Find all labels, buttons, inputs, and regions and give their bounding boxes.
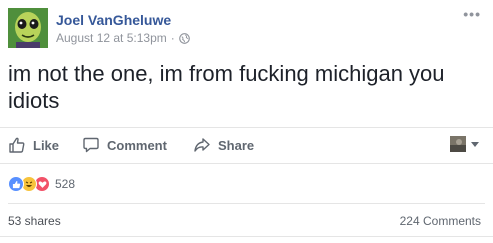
post-text: im not the one, im from fucking michigan…: [8, 61, 445, 113]
globe-icon[interactable]: [178, 32, 190, 44]
shares-count[interactable]: 53 shares: [8, 214, 61, 228]
author-name[interactable]: Joel VanGheluwe: [56, 12, 171, 28]
comment-button[interactable]: Comment: [82, 127, 167, 163]
viewer-photo-icon: [450, 136, 466, 152]
divider: [8, 203, 485, 204]
post-card: Joel VanGheluwe August 12 at 5:13pm · ••…: [0, 0, 493, 243]
thumbs-up-icon: [9, 137, 25, 153]
divider: [0, 163, 493, 164]
comment-bubble-icon: [83, 137, 99, 153]
comments-count[interactable]: 224 Comments: [400, 214, 481, 228]
share-arrow-icon: [194, 138, 210, 152]
share-button[interactable]: Share: [193, 127, 254, 163]
share-label: Share: [218, 137, 255, 153]
alien-avatar-icon: [8, 8, 48, 48]
chevron-down-icon: [471, 141, 479, 147]
divider: [0, 236, 493, 237]
meta-separator: ·: [170, 31, 175, 45]
comment-label: Comment: [107, 137, 167, 153]
like-button[interactable]: Like: [8, 127, 59, 163]
post-meta: August 12 at 5:13pm ·: [56, 31, 190, 45]
viewer-avatar: [450, 136, 466, 152]
reaction-count: 528: [55, 177, 76, 191]
author-avatar[interactable]: [8, 8, 48, 48]
post-as-selector[interactable]: [450, 136, 479, 152]
reactions-summary[interactable]: 528: [8, 175, 75, 193]
post-timestamp[interactable]: August 12 at 5:13pm: [56, 31, 167, 45]
action-bar: Like Comment Share: [0, 127, 493, 163]
like-label: Like: [33, 137, 60, 153]
more-options-icon[interactable]: •••: [463, 6, 481, 22]
like-reaction-icon: [8, 176, 24, 192]
